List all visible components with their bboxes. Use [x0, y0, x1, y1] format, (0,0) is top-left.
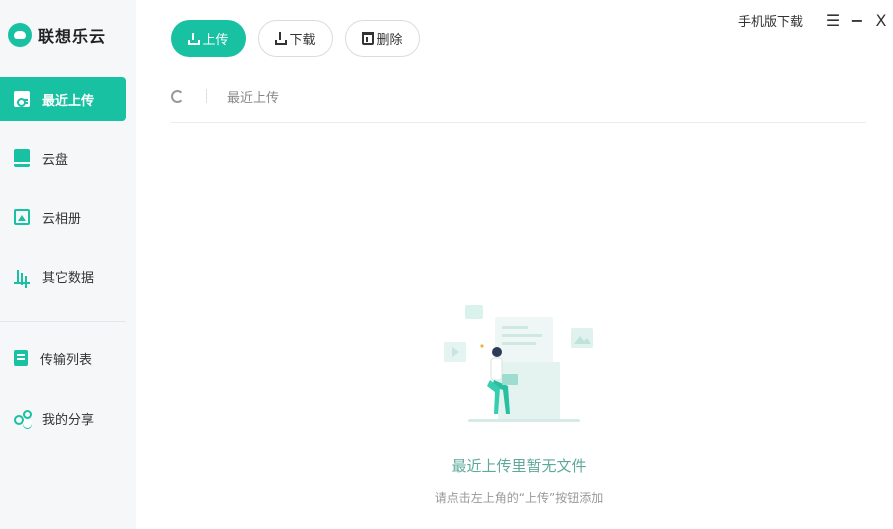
upload-button[interactable]: 上传: [171, 20, 246, 57]
refresh-icon[interactable]: [171, 89, 184, 103]
sidebar-item-label: 云相册: [42, 211, 82, 227]
sidebar: 联想乐云 最近上传 云盘 云相册 其它数据 传输列表 我的分享: [0, 0, 136, 529]
breadcrumb-divider: [206, 89, 207, 103]
close-icon[interactable]: X: [869, 11, 893, 30]
transfer-list-icon: [14, 350, 28, 366]
cloud-disk-icon: [14, 149, 30, 167]
trash-icon: [362, 32, 375, 45]
sidebar-item-label: 其它数据: [42, 270, 95, 286]
mobile-download-link[interactable]: 手机版下载: [738, 11, 803, 30]
delete-button[interactable]: 删除: [345, 20, 420, 57]
delete-button-label: 删除: [376, 33, 403, 48]
bar-chart-icon: [14, 268, 30, 284]
cloud-logo-icon: [8, 23, 32, 47]
upload-icon: [188, 32, 201, 45]
photo-album-icon: [14, 209, 30, 225]
sidebar-item-label: 云盘: [42, 152, 69, 168]
download-icon: [275, 32, 288, 45]
sidebar-item-label: 最近上传: [42, 93, 95, 109]
window-controls: 手机版下载 ☰ − X: [738, 10, 893, 30]
empty-state-illustration: [444, 305, 593, 422]
empty-state-title: 最近上传里暂无文件: [451, 457, 587, 475]
sidebar-item-other-data[interactable]: 其它数据: [0, 254, 126, 298]
share-icon: [14, 410, 32, 426]
sidebar-item-photo-album[interactable]: 云相册: [0, 195, 126, 239]
recent-upload-icon: [14, 91, 30, 107]
menu-icon[interactable]: ☰: [821, 11, 845, 30]
sidebar-item-transfer-list[interactable]: 传输列表: [0, 336, 126, 380]
content-divider: [171, 122, 866, 123]
download-button-label: 下载: [289, 33, 316, 48]
sidebar-item-label: 我的分享: [42, 412, 95, 428]
breadcrumb-current: 最近上传: [227, 90, 280, 106]
sidebar-item-label: 传输列表: [40, 352, 93, 368]
sidebar-item-recent-upload[interactable]: 最近上传: [0, 77, 126, 121]
breadcrumb: 最近上传: [171, 85, 866, 107]
app-name: 联想乐云: [38, 27, 107, 46]
sidebar-divider: [0, 321, 126, 322]
sidebar-item-cloud-disk[interactable]: 云盘: [0, 136, 126, 180]
sidebar-item-my-share[interactable]: 我的分享: [0, 396, 126, 440]
upload-button-label: 上传: [202, 33, 229, 48]
app-logo: 联想乐云: [8, 22, 106, 48]
empty-state-subtitle: 请点击左上角的“上传”按钮添加: [434, 491, 604, 505]
minimize-icon[interactable]: −: [845, 11, 869, 30]
download-button[interactable]: 下载: [258, 20, 333, 57]
